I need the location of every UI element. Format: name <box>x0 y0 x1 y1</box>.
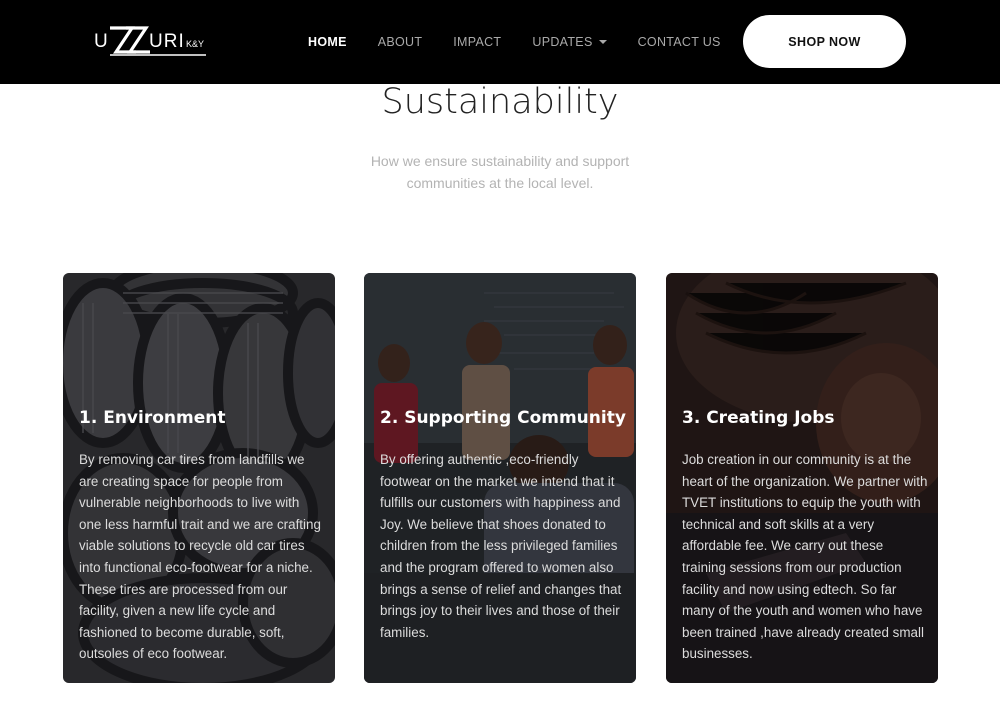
nav-updates-dropdown[interactable]: UPDATES <box>532 35 607 49</box>
nav-about-label: ABOUT <box>377 35 423 49</box>
card-creating-jobs[interactable]: 3. Creating Jobs Job creation in our com… <box>666 273 938 683</box>
card-environment[interactable]: 1. Environment By removing car tires fro… <box>63 273 335 683</box>
nav-home[interactable]: HOME <box>308 35 347 49</box>
card-title: 2. Supporting Community <box>380 408 626 428</box>
card-title: 3. Creating Jobs <box>682 408 835 428</box>
shop-now-button[interactable]: SHOP NOW <box>743 15 906 68</box>
caret-down-icon <box>598 40 607 44</box>
card-title: 1. Environment <box>79 408 226 428</box>
main-nav: HOME ABOUT IMPACT UPDATES CONTACT US <box>308 0 752 84</box>
card-supporting-community[interactable]: 2. Supporting Community By offering auth… <box>364 273 636 683</box>
nav-about[interactable]: ABOUT <box>378 35 423 49</box>
brand-logo-icon: U URI K&Y <box>94 26 206 56</box>
navbar: U URI K&Y HOME ABOUT IMPACT UPDATES CONT… <box>0 0 1000 84</box>
nav-contact[interactable]: CONTACT US <box>638 35 721 49</box>
nav-contact-label: CONTACT US <box>637 35 721 49</box>
card-text: By offering authentic ,eco-friendly foot… <box>380 452 622 640</box>
brand-logo[interactable]: U URI K&Y <box>92 22 210 60</box>
card-text: Job creation in our community is at the … <box>682 452 928 662</box>
section-subtitle: How we ensure sustainability and support… <box>370 153 630 191</box>
nav-impact-label: IMPACT <box>453 35 502 49</box>
card-text: By removing car tires from landfills we … <box>79 452 321 662</box>
nav-home-label: HOME <box>308 35 347 49</box>
svg-text:URI: URI <box>149 31 185 52</box>
svg-text:K&Y: K&Y <box>186 39 204 49</box>
svg-text:U: U <box>94 31 109 52</box>
section-title: Sustainability <box>381 82 619 122</box>
nav-impact[interactable]: IMPACT <box>453 35 501 49</box>
nav-updates-label: UPDATES <box>532 35 593 49</box>
